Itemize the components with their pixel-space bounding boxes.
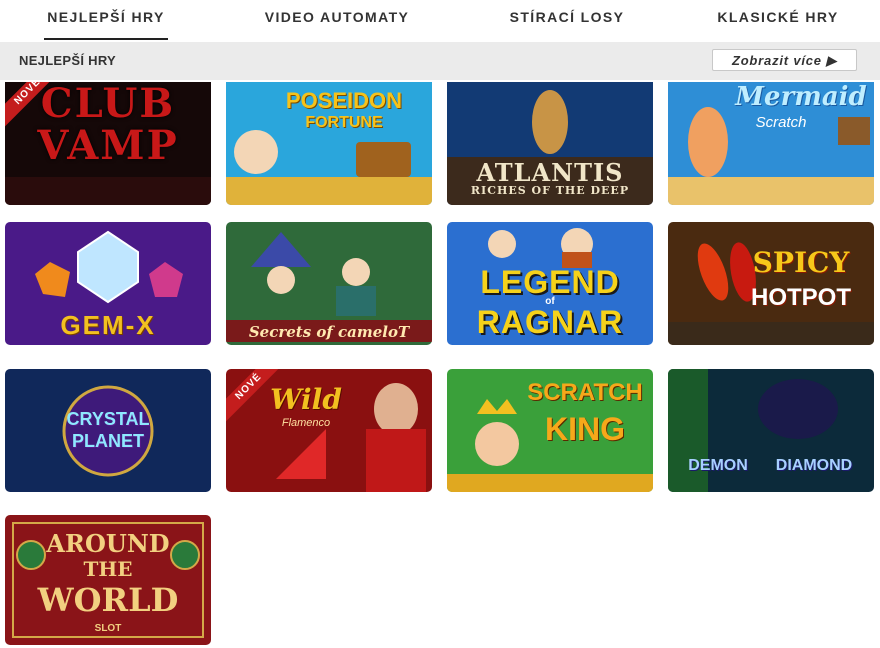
game-title-line-1: SCRATCH [527, 379, 643, 406]
tab-classic-games[interactable]: KLASICKÉ HRY [708, 0, 848, 38]
game-title-line-1: Wild [270, 383, 342, 416]
game-tile-secrets-of-camelot[interactable]: Secrets of cameloT [226, 222, 432, 345]
game-title-line-2: HOTPOT [751, 284, 851, 311]
game-tile-atlantis[interactable]: ATLANTIS RICHES OF THE DEEP [447, 82, 653, 205]
game-tile-around-the-world[interactable]: AROUND THE WORLD SLOT [5, 515, 211, 645]
game-tile-spicy-hotpot[interactable]: SPICY HOTPOT [668, 222, 874, 345]
game-tile-mermaid-scratch[interactable]: Mermaid Scratch [668, 82, 874, 205]
game-title-line-2: PLANET [72, 431, 144, 451]
game-title-line-2: VAMP [37, 122, 179, 169]
game-title-line-1: ATLANTIS [476, 158, 624, 187]
game-tile-scratch-king[interactable]: SCRATCH KING [447, 369, 653, 492]
game-title-line-1: DEMON [688, 457, 748, 474]
game-title-line-1: SPICY [752, 246, 850, 279]
game-tile-poseidon-fortune[interactable]: POSEIDON FORTUNE [226, 82, 432, 205]
game-title-line-3: WORLD [37, 581, 179, 619]
game-tile-legend-of-ragnar[interactable]: LEGEND of RAGNAR [447, 222, 653, 345]
game-title-line-1: CRYSTAL [66, 409, 150, 429]
category-tabs: NEJLEPŠÍ HRY VIDEO AUTOMATY STÍRACÍ LOSY… [0, 0, 880, 42]
section-title: NEJLEPŠÍ HRY [19, 53, 117, 68]
game-title-line-1: LEGEND [480, 264, 620, 300]
game-title-line-2: RICHES OF THE DEEP [470, 184, 630, 197]
game-tile-gem-x[interactable]: GEM-X [5, 222, 211, 345]
game-title-line-1: Mermaid [735, 82, 867, 112]
game-title-line-1: Secrets of cameloT [248, 323, 410, 341]
game-title-line-1: POSEIDON [285, 88, 403, 113]
game-tile-crystal-planet[interactable]: CRYSTAL PLANET [5, 369, 211, 492]
game-tile-club-vamp[interactable]: CLUB VAMP NOVÉ [5, 82, 211, 205]
game-title-line-2: DIAMOND [775, 457, 853, 474]
show-more-button[interactable]: Zobrazit více ▶ [712, 49, 857, 71]
game-title-line-2: KING [545, 411, 625, 447]
game-title-line-2: FORTUNE [305, 114, 383, 131]
tab-best-games[interactable]: NEJLEPŠÍ HRY [44, 0, 168, 40]
game-tile-demon-diamond[interactable]: DEMON DIAMOND [668, 369, 874, 492]
game-title-line-2: Flamenco [281, 417, 331, 429]
game-title-line-1: AROUND [46, 529, 170, 558]
tab-scratch-cards[interactable]: STÍRACÍ LOSY [500, 0, 634, 38]
tab-video-slots[interactable]: VIDEO AUTOMATY [255, 0, 419, 38]
game-title-line-2: THE [83, 557, 133, 581]
game-title-line-1: GEM-X [60, 310, 156, 340]
game-title-line-2: Scratch [755, 114, 807, 131]
game-title-line-3: RAGNAR [476, 304, 624, 340]
game-tile-wild-flamenco[interactable]: Wild Flamenco NOVÉ [226, 369, 432, 492]
game-title-line-4: SLOT [94, 623, 122, 634]
